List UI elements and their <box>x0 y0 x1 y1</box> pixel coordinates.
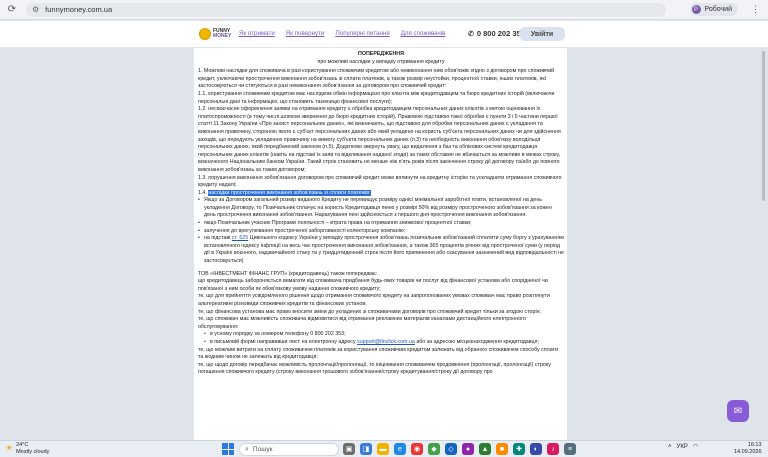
nav-faq[interactable]: Популярні питання <box>335 30 389 37</box>
reload-icon[interactable]: ⟳ <box>6 4 18 16</box>
search-icon: ⌕ <box>245 445 249 453</box>
weather-desc: Mostly cloudy <box>16 448 50 455</box>
document-title: ПОПЕРЕДЖЕННЯ <box>358 51 404 57</box>
sun-icon: ☀ <box>5 443 14 453</box>
nav-how-to-get[interactable]: Як отримати <box>239 30 275 37</box>
edge-icon[interactable]: e <box>394 443 406 455</box>
email-text-post: або за адресою місцезнаходження кредитод… <box>414 338 539 345</box>
site-info-icon[interactable]: ⚙ <box>32 5 39 14</box>
list-item: в письмовій формі направивши лист на еле… <box>204 339 564 347</box>
paragraph-1: 1. Можливі наслідки для споживача в разі… <box>198 68 555 90</box>
paragraph-1-1: 1.1. користування споживчим кредитом має… <box>198 90 555 105</box>
wifi-icon[interactable]: ◠ <box>693 443 698 450</box>
article-text-pre: на підставі <box>204 235 232 242</box>
tray-chevron-icon[interactable]: ˄ <box>668 444 672 450</box>
app-icon[interactable]: ✚ <box>513 443 525 455</box>
taskbar: ☀ 24°C Mostly cloudy ⌕ Пошук ▣ ◨ ▬ e ◉ ◆… <box>0 440 768 457</box>
task-view-icon[interactable]: ▣ <box>343 443 355 455</box>
warning-document: ПОПЕРЕДЖЕННЯ про можливі наслідки у випа… <box>194 48 567 440</box>
time: 16:13 <box>747 442 762 448</box>
list-item: на підставі ст. 625 Цивільного кодексу У… <box>198 235 564 265</box>
support-email-link[interactable]: support@finclick.com.ua <box>357 339 415 345</box>
taskbar-search-label: Пошук <box>252 446 273 453</box>
selected-text[interactable]: наслідки прострочення виконання зобов'яз… <box>208 189 371 196</box>
page-scrollbar[interactable] <box>761 48 766 440</box>
app-icon[interactable]: ◐ <box>530 443 542 455</box>
chrome-icon[interactable]: ◉ <box>411 443 423 455</box>
paragraph-1-4-number: 1.4. <box>198 189 207 196</box>
warning-1: що кредитодавець забороняється вимагати … <box>198 278 548 292</box>
article-625-link[interactable]: ст. 625 <box>232 235 248 241</box>
app-icon[interactable]: ◆ <box>428 443 440 455</box>
site-logo[interactable]: FUNNY MONEY <box>199 25 233 43</box>
file-explorer-icon[interactable]: ▬ <box>377 443 389 455</box>
app-icon[interactable]: ≡ <box>564 443 576 455</box>
penalty-list: Якщо за Договором загальний розмір видан… <box>198 197 564 265</box>
list-item: в усному порядку за номером телефону 0 8… <box>204 331 564 339</box>
nav-for-consumers[interactable]: Для споживачів <box>401 30 446 37</box>
warning-4: те, що споживач має можливість споживача… <box>198 316 526 330</box>
app-icon[interactable]: ● <box>462 443 474 455</box>
phone-icon: ✆ <box>468 30 474 38</box>
site-header: FUNNY MONEY Як отримати Як повернути Поп… <box>0 21 768 47</box>
taskbar-apps: ▣ ◨ ▬ e ◉ ◆ ◇ ● ▲ ■ ✚ ◐ ♪ ≡ <box>343 443 576 455</box>
warning-2: те, що для прийняття усвідомленого рішен… <box>198 293 550 307</box>
taskbar-search[interactable]: ⌕ Пошук <box>239 443 339 456</box>
document-subtitle: про можливі наслідки у випадку отримання… <box>317 58 445 65</box>
paragraph-1-2: 1.2. несвоєчасне оформлення заявки на от… <box>198 106 561 173</box>
opt-out-list: в усному порядку за номером телефону 0 8… <box>198 331 564 346</box>
app-icon[interactable]: ■ <box>496 443 508 455</box>
profile-button[interactable]: Р Робочий <box>689 3 738 16</box>
logo-line-2: MONEY <box>213 33 232 39</box>
list-item: Якщо за Договором загальний розмір видан… <box>198 197 564 220</box>
address-bar[interactable]: ⚙ funnymoney.com.ua <box>26 2 666 17</box>
scrollbar-thumb[interactable] <box>762 51 765 201</box>
warning-5: те, що можливі витрати на сплату спожива… <box>198 346 558 361</box>
list-item: якщо Позичальник учасник Програми лояльн… <box>198 220 564 228</box>
main-nav: Як отримати Як повернути Популярні питан… <box>239 30 445 37</box>
phone-number: 0 800 202 353 <box>476 29 525 38</box>
url-text: funnymoney.com.ua <box>45 5 113 14</box>
more-menu-icon[interactable]: ⋮ <box>751 4 760 15</box>
system-tray: ˄ УКР ◠ <box>668 443 698 451</box>
windows-start-icon[interactable] <box>222 443 234 455</box>
browser-toolbar: ⟳ ⚙ funnymoney.com.ua Р Робочий ⋮ <box>0 0 768 20</box>
app-icon[interactable]: ♪ <box>547 443 559 455</box>
date: 14.09.2026 <box>734 449 762 455</box>
language-indicator[interactable]: УКР <box>677 444 688 450</box>
paragraph-1-3: 1.3. порушення виконання зобов'язання до… <box>198 174 562 189</box>
coin-icon <box>199 28 211 40</box>
widgets-icon[interactable]: ◨ <box>360 443 372 455</box>
company-intro: ТОВ «ІНВЕСТМЕНТ ФІНАНС ГРУП» (кредитодав… <box>198 270 378 277</box>
app-icon[interactable]: ◇ <box>445 443 457 455</box>
login-button[interactable]: Увійти <box>519 27 565 41</box>
nav-how-to-repay[interactable]: Як повернути <box>286 30 325 37</box>
app-icon[interactable]: ▲ <box>479 443 491 455</box>
clock[interactable]: 16:13 14.09.2026 <box>734 442 762 456</box>
phone-link[interactable]: ✆ 0 800 202 353 <box>468 29 525 38</box>
article-text-post: Цивільного кодексу України у випадку про… <box>204 235 564 265</box>
weather-widget[interactable]: ☀ 24°C Mostly cloudy <box>5 442 49 455</box>
avatar: Р <box>691 5 701 14</box>
profile-name: Робочий <box>704 6 732 13</box>
email-text-pre: в письмовій формі направивши лист на еле… <box>210 338 358 345</box>
warning-6: те, що щодо договір передбачає можливіст… <box>198 361 551 376</box>
chat-icon[interactable]: ✉ <box>727 400 749 422</box>
